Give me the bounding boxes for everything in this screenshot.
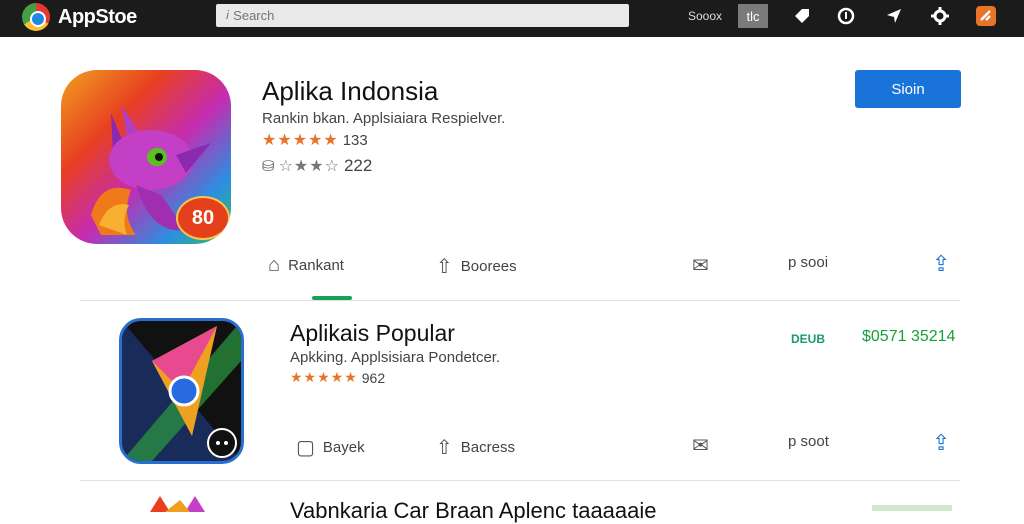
featured-secondary-rating: ⛁ ☆★★☆ 222: [262, 156, 372, 176]
app-store-logo-icon[interactable]: [22, 3, 50, 31]
rating-count: 962: [361, 369, 386, 386]
search-icon: 𝑖: [226, 8, 230, 22]
review-icon: ⛁: [262, 158, 275, 175]
boorees-action[interactable]: ⇧ Boorees: [436, 254, 517, 279]
star-rating-icon: ★★★★★: [262, 132, 339, 149]
popular-app-icon[interactable]: [119, 318, 244, 464]
sooi-action[interactable]: p sooi: [788, 254, 828, 271]
rankant-action[interactable]: ⌂ Rankant: [268, 254, 344, 277]
share-action[interactable]: ⇪: [932, 251, 950, 277]
top-bar: AppStoe 𝑖 Sooox tlc: [0, 0, 1024, 37]
bacress-action[interactable]: ⇧ Bacress: [436, 435, 515, 460]
featured-app-title[interactable]: Aplika Indonsia: [262, 76, 438, 107]
install-button[interactable]: Sioin: [855, 70, 961, 108]
secondary-count: 222: [343, 156, 373, 175]
price-label[interactable]: $0571 35214: [862, 328, 955, 346]
kite-icon: [122, 321, 241, 461]
profile-icon[interactable]: [976, 6, 996, 26]
card-icon: ▢: [296, 437, 315, 459]
rating-badge: 80: [176, 196, 230, 240]
soot-action[interactable]: p soot: [788, 433, 829, 450]
bayek-label: Bayek: [322, 439, 365, 456]
settings-icon[interactable]: [930, 6, 950, 26]
third-price-bar: [872, 505, 952, 511]
share-icon: ⇪: [932, 251, 951, 276]
mail-icon: ✉: [692, 435, 709, 457]
search-input[interactable]: [233, 8, 629, 23]
rating-count: 133: [342, 131, 368, 149]
boorees-label: Boorees: [460, 258, 517, 275]
third-app-title[interactable]: Vabnkaria Car Braan Aplenc taaaaaie: [290, 498, 657, 524]
mail-action[interactable]: ✉: [692, 253, 709, 278]
like-icon: ⇧: [436, 256, 453, 278]
divider: [80, 300, 960, 301]
home-icon: ⌂: [268, 254, 281, 276]
soot-label: p soot: [788, 433, 829, 450]
bayek-action[interactable]: ▢ Bayek: [296, 435, 365, 460]
featured-app-subtitle: Rankin bkan. Applsiaiara Respielver.: [262, 110, 506, 127]
brand-name[interactable]: AppStoe: [58, 6, 137, 29]
bacress-label: Bacress: [460, 439, 515, 456]
rankant-label: Rankant: [288, 257, 344, 274]
tile-button[interactable]: tlc: [738, 4, 768, 28]
share-action[interactable]: ⇪: [932, 430, 950, 456]
star-outline-icon: ☆★★☆: [278, 158, 340, 175]
divider: [80, 480, 960, 481]
popular-rating: ★★★★★ 962: [290, 369, 385, 386]
popular-app-title[interactable]: Aplikais Popular: [290, 320, 455, 347]
like-icon: ⇧: [436, 437, 453, 459]
featured-app-icon[interactable]: 80: [61, 70, 231, 244]
navigate-icon[interactable]: [884, 6, 904, 26]
sooi-label: p sooi: [788, 254, 829, 271]
share-icon: ⇪: [932, 430, 951, 455]
search-bar[interactable]: 𝑖: [216, 4, 629, 27]
store-label[interactable]: Sooox: [688, 9, 722, 23]
tag-icon[interactable]: [792, 6, 812, 26]
third-app-icon[interactable]: [150, 492, 220, 522]
mail-action[interactable]: ✉: [692, 433, 709, 458]
developer-label: DEUB: [791, 332, 826, 346]
featured-rating: ★★★★★ 133: [262, 130, 368, 150]
popular-app-subtitle: Apkking. Applsisiara Pondetcer.: [290, 349, 501, 366]
star-rating-icon: ★★★★★: [290, 369, 358, 385]
info-icon[interactable]: [836, 6, 856, 26]
mail-icon: ✉: [692, 255, 709, 277]
